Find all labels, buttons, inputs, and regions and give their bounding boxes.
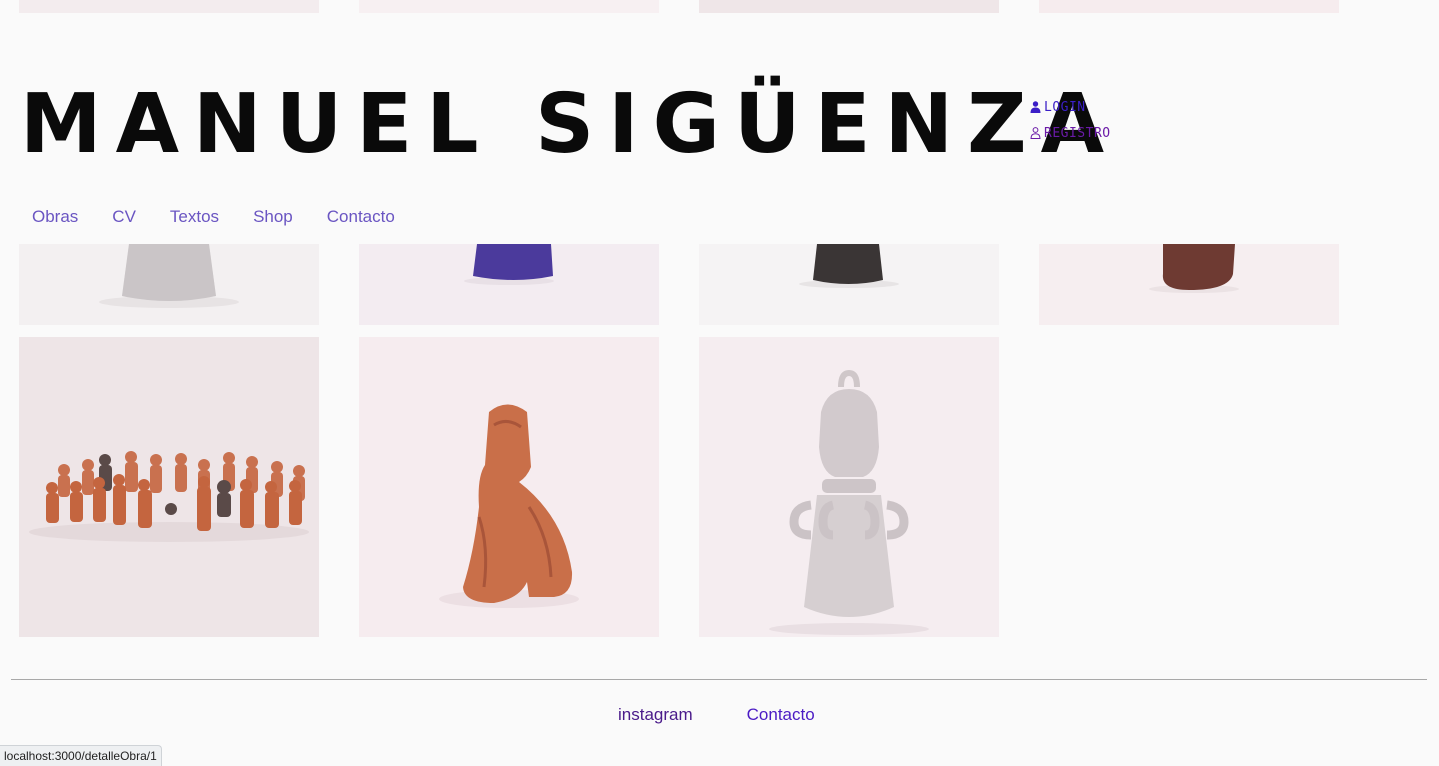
artwork-tile-figurine-group[interactable]: [19, 337, 319, 637]
registro-label: REGISTRO: [1044, 125, 1111, 141]
user-outline-icon: [1030, 127, 1041, 139]
registro-link[interactable]: REGISTRO: [1030, 120, 1111, 146]
main-nav: Obras CV Textos Shop Contacto: [32, 207, 429, 227]
artwork-tile-brown-sculpture[interactable]: [1039, 244, 1339, 325]
artwork-tile-blue-sculpture[interactable]: [359, 244, 659, 325]
login-link[interactable]: LOGIN: [1030, 94, 1111, 120]
artwork-tile-top-3[interactable]: [699, 0, 999, 13]
artwork-tile-top-4[interactable]: [1039, 0, 1339, 13]
browser-status-url: localhost:3000/detalleObra/1: [0, 745, 162, 766]
login-label: LOGIN: [1044, 99, 1086, 115]
artwork-tile-white-sculpture[interactable]: [19, 244, 319, 325]
artwork-tile-top-2[interactable]: [359, 0, 659, 13]
nav-item-contacto[interactable]: Contacto: [327, 207, 395, 227]
artwork-tile-top-1[interactable]: [19, 0, 319, 13]
page: MANUEL SIGÜENZA LOGIN REGISTRO Obras CV …: [0, 0, 1439, 766]
footer-instagram-link[interactable]: instagram: [618, 705, 693, 725]
site-header: MANUEL SIGÜENZA LOGIN REGISTRO Obras CV …: [0, 14, 1439, 244]
footer-divider: [11, 679, 1427, 680]
footer-contacto-link[interactable]: Contacto: [747, 705, 815, 725]
footer-links: instagram Contacto: [618, 705, 815, 725]
user-solid-icon: [1030, 101, 1041, 113]
nav-item-shop[interactable]: Shop: [253, 207, 293, 227]
artwork-tile-white-vessel[interactable]: [699, 337, 999, 637]
site-title[interactable]: MANUEL SIGÜENZA: [20, 84, 1118, 166]
nav-item-textos[interactable]: Textos: [170, 207, 219, 227]
nav-item-obras[interactable]: Obras: [32, 207, 78, 227]
nav-item-cv[interactable]: CV: [112, 207, 136, 227]
artwork-tile-seated-figure[interactable]: [359, 337, 659, 637]
auth-menu: LOGIN REGISTRO: [1030, 94, 1111, 146]
artwork-tile-dark-sculpture[interactable]: [699, 244, 999, 325]
